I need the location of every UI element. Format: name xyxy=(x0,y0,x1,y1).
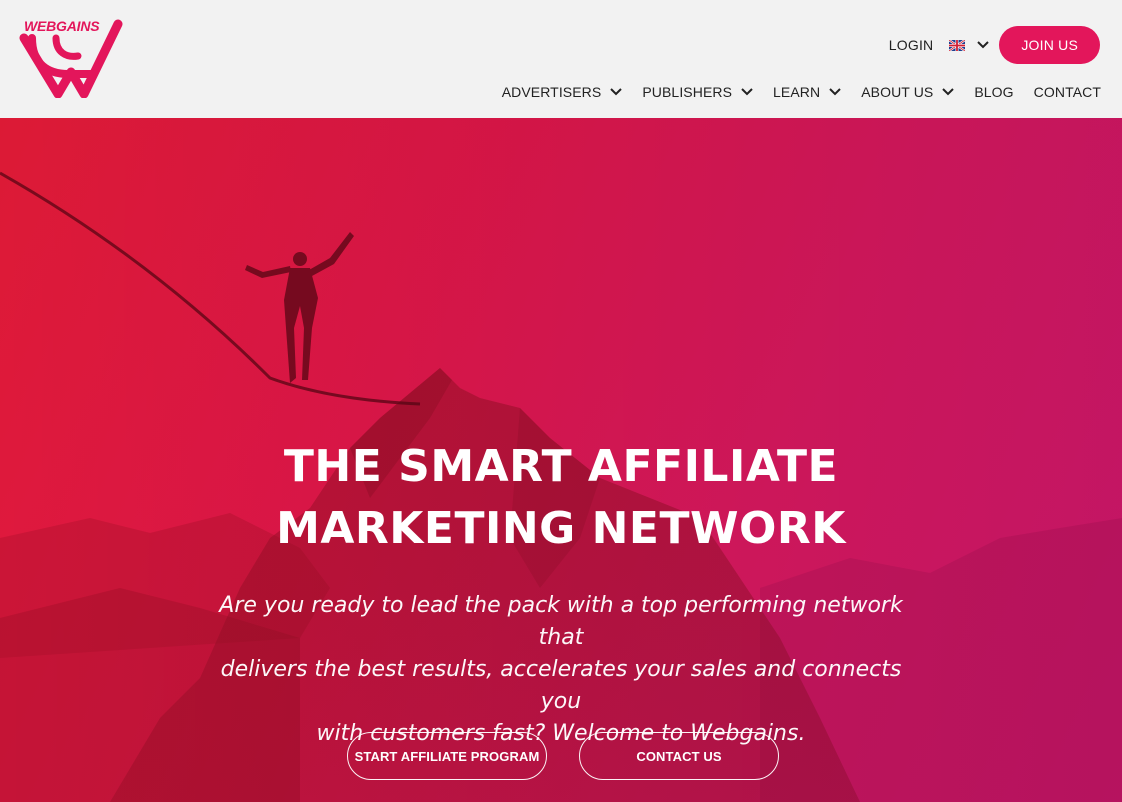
login-link[interactable]: LOGIN xyxy=(889,37,934,53)
uk-flag-icon xyxy=(949,39,966,51)
start-affiliate-program-button[interactable]: START AFFILIATE PROGRAM xyxy=(347,732,547,780)
contact-us-button[interactable]: CONTACT US xyxy=(579,732,779,780)
nav-item-advertisers[interactable]: ADVERTISERS xyxy=(502,84,623,100)
nav-item-blog[interactable]: BLOG xyxy=(974,84,1013,100)
nav-item-about-us[interactable]: ABOUT US xyxy=(861,84,955,100)
nav-item-label: ABOUT US xyxy=(861,84,934,100)
chevron-down-icon xyxy=(942,88,955,96)
utility-bar: LOGIN JOIN US xyxy=(889,26,1100,64)
nav-item-learn[interactable]: LEARN xyxy=(773,84,841,100)
main-navigation: ADVERTISERS PUBLISHERS LEARN ABOUT US BL… xyxy=(502,80,1101,104)
hero-subtitle-line: delivers the best results, accelerates y… xyxy=(220,657,902,714)
hero-subtitle: Are you ready to lead the pack with a to… xyxy=(200,590,922,750)
hero-title: THE SMART AFFILIATE MARKETING NETWORK xyxy=(0,436,1122,560)
nav-item-label: LEARN xyxy=(773,84,821,100)
nav-item-label: BLOG xyxy=(974,84,1014,100)
join-us-button[interactable]: JOIN US xyxy=(999,26,1100,64)
chevron-down-icon xyxy=(741,88,753,96)
webgains-logo[interactable]: WEBGAINS xyxy=(18,16,124,98)
nav-item-publishers[interactable]: PUBLISHERS xyxy=(642,84,753,100)
nav-item-contact[interactable]: CONTACT xyxy=(1034,84,1101,100)
chevron-down-icon xyxy=(977,41,990,49)
logo-wordmark: WEBGAINS xyxy=(24,18,100,34)
hero-section: THE SMART AFFILIATE MARKETING NETWORK Ar… xyxy=(0,118,1122,802)
chevron-down-icon xyxy=(610,88,623,96)
hero-title-line: MARKETING NETWORK xyxy=(276,503,846,554)
hero-title-line: THE SMART AFFILIATE xyxy=(283,441,839,492)
chevron-down-icon xyxy=(829,88,841,96)
nav-item-label: CONTACT xyxy=(1033,84,1101,100)
hero-actions: START AFFILIATE PROGRAM CONTACT US xyxy=(0,732,1122,780)
site-header: WEBGAINS LOGIN JOIN US ADVERTISERS PUBLI… xyxy=(0,0,1122,118)
nav-item-label: PUBLISHERS xyxy=(642,84,733,100)
nav-item-label: ADVERTISERS xyxy=(501,84,602,100)
language-selector[interactable] xyxy=(949,39,990,51)
hero-subtitle-line: Are you ready to lead the pack with a to… xyxy=(219,593,903,650)
